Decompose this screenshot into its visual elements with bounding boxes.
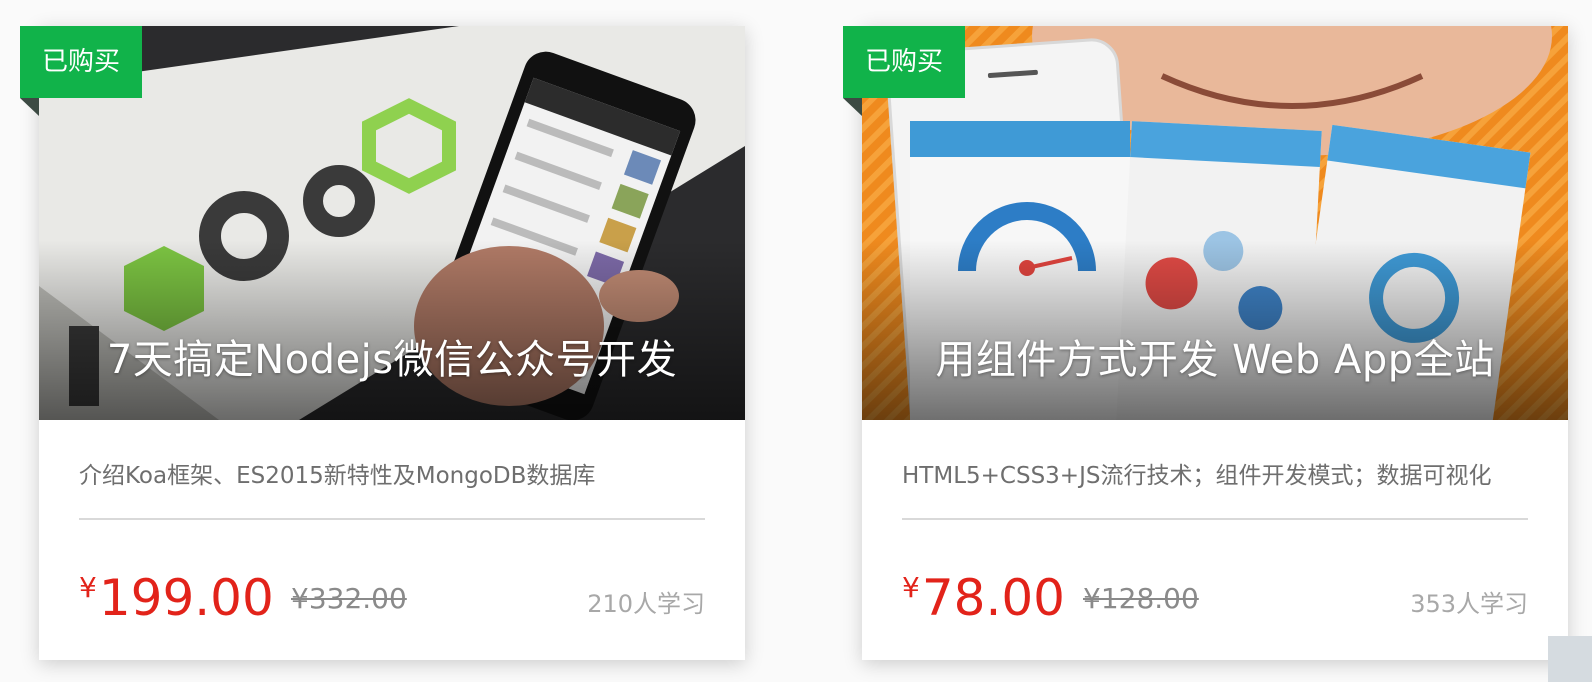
badge-fold: [843, 98, 862, 116]
course-description: 介绍Koa框架、ES2015新特性及MongoDB数据库: [79, 463, 596, 489]
course-title[interactable]: 用组件方式开发 Web App全站: [862, 336, 1568, 384]
cover-gradient: [39, 240, 745, 420]
price-value: 78.00: [921, 569, 1065, 627]
learner-count: 210人学习: [587, 590, 705, 618]
current-price: ¥199.00: [79, 560, 274, 626]
purchased-badge: 已购买: [843, 26, 965, 98]
course-cover[interactable]: 7天搞定Nodejs微信公众号开发: [39, 26, 745, 420]
course-list: 7天搞定Nodejs微信公众号开发 介绍Koa框架、ES2015新特性及Mong…: [0, 0, 1592, 682]
course-description: HTML5+CSS3+JS流行技术；组件开发模式；数据可视化: [902, 463, 1492, 489]
original-price: ¥332.00: [291, 582, 407, 615]
purchased-badge: 已购买: [20, 26, 142, 98]
currency-symbol: ¥: [902, 571, 920, 604]
original-price: ¥128.00: [1083, 582, 1199, 615]
price-value: 199.00: [98, 569, 274, 627]
course-cover[interactable]: 用组件方式开发 Web App全站: [862, 26, 1568, 420]
divider: [79, 518, 705, 520]
currency-symbol: ¥: [79, 571, 97, 604]
back-to-top-button[interactable]: [1548, 636, 1592, 682]
learner-count: 353人学习: [1410, 590, 1528, 618]
course-card-webapp[interactable]: 用组件方式开发 Web App全站 HTML5+CSS3+JS流行技术；组件开发…: [862, 26, 1568, 660]
course-card-nodejs[interactable]: 7天搞定Nodejs微信公众号开发 介绍Koa框架、ES2015新特性及Mong…: [39, 26, 745, 660]
course-title[interactable]: 7天搞定Nodejs微信公众号开发: [39, 336, 745, 384]
divider: [902, 518, 1528, 520]
current-price: ¥78.00: [902, 560, 1065, 626]
badge-fold: [20, 98, 39, 116]
cover-gradient: [862, 240, 1568, 420]
